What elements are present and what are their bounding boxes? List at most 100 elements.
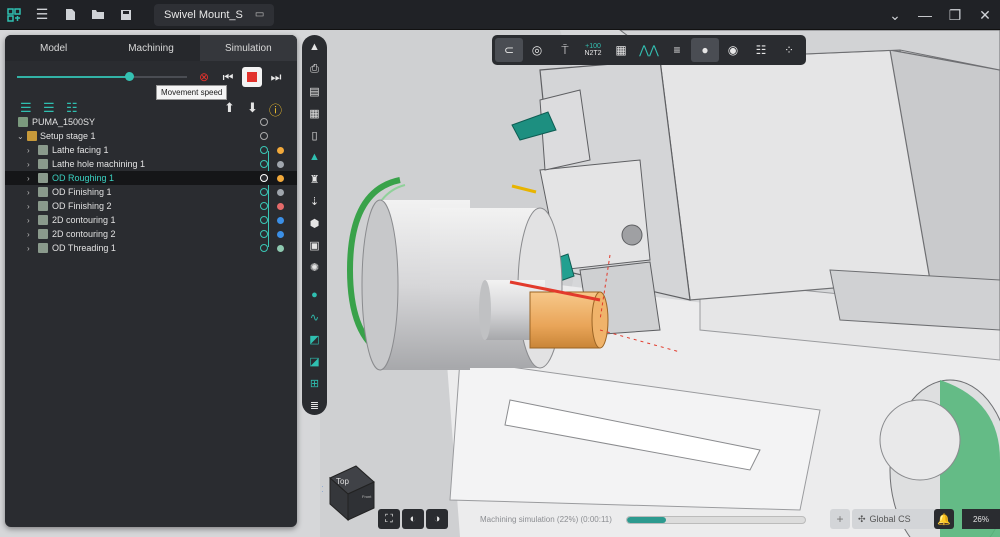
tree-operation[interactable]: › OD Finishing 2	[5, 199, 297, 213]
drill-icon[interactable]: ⇣	[302, 191, 327, 211]
mesh-icon[interactable]: ⊞	[302, 373, 327, 393]
close-icon[interactable]: ✕	[970, 0, 1000, 30]
measure-icon[interactable]: ◎	[523, 38, 551, 62]
tree-operation[interactable]: › OD Roughing 1	[5, 171, 297, 185]
tree-operation[interactable]: › OD Threading 1	[5, 241, 297, 255]
layers-stack-icon[interactable]: ≣	[302, 395, 327, 415]
tree-operation[interactable]: › OD Finishing 1	[5, 185, 297, 199]
fixture-icon[interactable]: ▲	[302, 147, 327, 167]
fit-view-icon[interactable]: ⛶	[378, 509, 400, 529]
move-down-warning-icon[interactable]: ⬇	[247, 100, 258, 116]
movement-speed-thumb[interactable]	[125, 72, 135, 81]
indent-list-icon[interactable]: ☰	[43, 100, 55, 116]
fast-forward-icon[interactable]: ⏭	[267, 68, 285, 86]
operation-status-dot	[277, 202, 284, 210]
stock-icon[interactable]: ▦	[302, 103, 327, 123]
operation-node[interactable]	[260, 216, 268, 224]
tab-model[interactable]: Model	[5, 35, 102, 61]
tree-setup[interactable]: ⌄ Setup stage 1	[5, 129, 297, 143]
axis-z-label: Z	[322, 485, 323, 494]
tree-operation[interactable]: › Lathe hole machining 1	[5, 157, 297, 171]
chuck-icon[interactable]: ⬢	[302, 213, 327, 233]
minimize-icon[interactable]: —	[910, 0, 940, 30]
stop-button[interactable]	[242, 67, 262, 87]
toggle-icon[interactable]: ⦁	[691, 38, 719, 62]
stack-icon[interactable]: ▤	[302, 81, 327, 101]
chevron-right-icon[interactable]: ›	[27, 174, 30, 183]
grid-icon[interactable]: ⁘	[775, 38, 803, 62]
shading-icon[interactable]: ◐	[402, 509, 424, 529]
tab-machining[interactable]: Machining	[102, 35, 199, 61]
tab-monitor-icon[interactable]: ▭	[255, 9, 264, 20]
simulation-progress-fill	[627, 517, 667, 523]
viewport-toolbar: ⊂ ◎ ⍑ +100 N2T2 ▦ ⋀⋀ ≡ ⦁ ◉ ☷ ⁘	[492, 35, 806, 65]
sliders-icon[interactable]: ☷	[747, 38, 775, 62]
target-icon[interactable]: ◉	[719, 38, 747, 62]
chevron-right-icon[interactable]: ›	[27, 202, 30, 211]
operation-icon	[38, 243, 48, 253]
chevron-right-icon[interactable]: ›	[27, 244, 30, 253]
zoom-level[interactable]: 26%	[962, 509, 1000, 529]
operation-status-dot	[277, 230, 284, 238]
layers-icon[interactable]: ≡	[663, 38, 691, 62]
chevron-down-icon[interactable]: ⌄	[880, 0, 910, 30]
machine-node[interactable]	[260, 118, 268, 126]
tree-operation[interactable]: › 2D contouring 2	[5, 227, 297, 241]
magnet-snap-icon[interactable]: ⊂	[495, 38, 523, 62]
operation-node[interactable]	[260, 230, 268, 238]
bell-icon[interactable]: 🔔	[934, 509, 954, 529]
holder-icon[interactable]: ♜	[302, 169, 327, 189]
calculator-icon[interactable]: ▦	[607, 38, 635, 62]
document-tab[interactable]: Swivel Mount_S ▭	[154, 3, 275, 26]
cancel-icon[interactable]: ⊗	[195, 68, 213, 86]
operation-label: Lathe hole machining 1	[52, 159, 146, 169]
save-icon[interactable]	[112, 0, 140, 30]
movement-speed-slider[interactable]	[17, 72, 187, 81]
chevron-down-icon[interactable]: ⌄	[17, 132, 24, 141]
move-up-warning-icon[interactable]: ⬆	[224, 100, 235, 116]
coordinate-system-select[interactable]: ✣ Global CS	[852, 509, 936, 529]
solid-icon[interactable]: ◪	[302, 351, 327, 371]
operation-node[interactable]	[260, 244, 268, 252]
wave-icon[interactable]: ⋀⋀	[635, 38, 663, 62]
view-cube-top[interactable]: Top	[336, 477, 349, 486]
operation-node[interactable]	[260, 202, 268, 210]
ordered-list-icon[interactable]: ☷	[66, 100, 78, 116]
n2t2-counter-icon[interactable]: +100 N2T2	[579, 38, 607, 62]
collapse-up-icon[interactable]: ▲	[302, 37, 327, 57]
chevron-right-icon[interactable]: ›	[27, 160, 30, 169]
operation-node[interactable]	[260, 160, 268, 168]
frame-icon[interactable]: ▣	[302, 235, 327, 255]
collapse-list-icon[interactable]: ☰	[20, 100, 32, 116]
new-file-icon[interactable]	[56, 0, 84, 30]
rewind-icon[interactable]: ⏮	[219, 68, 237, 86]
tree-operation[interactable]: › 2D contouring 1	[5, 213, 297, 227]
printer-icon[interactable]: ⎙	[302, 59, 327, 79]
surface-icon[interactable]: ◩	[302, 329, 327, 349]
operation-node[interactable]	[260, 188, 268, 196]
restore-icon[interactable]: ❐	[940, 0, 970, 30]
tree-operation[interactable]: › Lathe facing 1	[5, 143, 297, 157]
chevron-right-icon[interactable]: ›	[27, 188, 30, 197]
operation-label: 2D contouring 1	[52, 215, 116, 225]
render-mode-icon[interactable]: ◑	[426, 509, 448, 529]
pattern-icon[interactable]: ✺	[302, 257, 327, 277]
tree-machine[interactable]: PUMA_1500SY	[5, 115, 297, 129]
setup-node[interactable]	[260, 132, 268, 140]
chevron-right-icon[interactable]: ›	[27, 230, 30, 239]
chevron-right-icon[interactable]: ›	[27, 216, 30, 225]
app-logo-icon[interactable]	[0, 0, 28, 30]
view-cube-front[interactable]: Front	[362, 494, 372, 499]
operation-node[interactable]	[260, 174, 268, 182]
dot-icon[interactable]: ●	[302, 285, 327, 305]
document-icon[interactable]: ▯	[302, 125, 327, 145]
tool-holder-icon[interactable]: ⍑	[551, 38, 579, 62]
operation-node[interactable]	[260, 146, 268, 154]
open-folder-icon[interactable]	[84, 0, 112, 30]
curve-icon[interactable]: ∿	[302, 307, 327, 327]
view-cube[interactable]: Top Front Z	[322, 464, 382, 524]
add-cs-button[interactable]: +	[830, 509, 850, 529]
tab-simulation[interactable]: Simulation	[199, 35, 297, 61]
menu-icon[interactable]: ☰	[28, 0, 56, 30]
chevron-right-icon[interactable]: ›	[27, 146, 30, 155]
